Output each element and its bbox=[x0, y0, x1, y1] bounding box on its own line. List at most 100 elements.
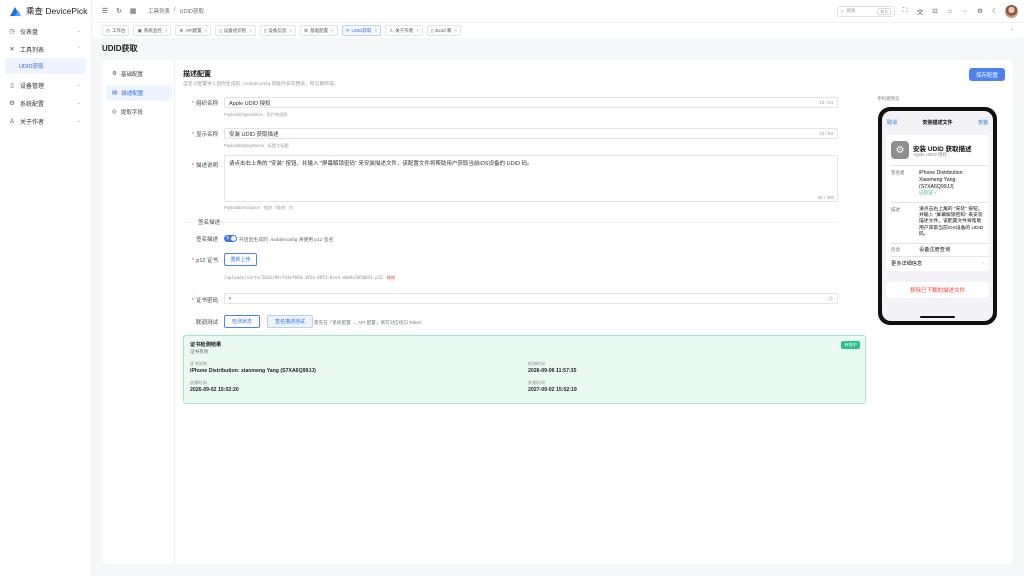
description-textarea[interactable]: 请点击右上角的 "安装" 按钮。并输入 "屏幕解锁密码" 来安装描述文件，该配置… bbox=[224, 155, 838, 202]
user-icon: ♙ bbox=[9, 118, 15, 125]
avatar[interactable] bbox=[1005, 4, 1018, 18]
sidebar-item-dashboard[interactable]: ◷ 仪表盘 ⌄ bbox=[0, 22, 91, 40]
tab-label: 设备组识别 bbox=[223, 27, 247, 33]
description-hint: PayloadDescription · 描述（描述）内 bbox=[224, 205, 294, 210]
gear-icon[interactable]: ⚙ bbox=[975, 7, 985, 15]
char-count: 12 / 64 bbox=[819, 131, 833, 136]
header-actions: ⌕ 搜索 ⌘ K ⛶ 文 ⊡ ⌂ ○ ⚙ ☾ bbox=[837, 4, 1018, 18]
org-label: * 组织名称 bbox=[191, 101, 218, 107]
toggle-on-text: 开 bbox=[226, 236, 230, 240]
remove-link[interactable]: 移除 bbox=[387, 275, 395, 280]
save-button[interactable]: 保存配置 bbox=[969, 68, 1005, 81]
close-icon[interactable]: × bbox=[454, 28, 457, 33]
created-time-key: 创建时间 bbox=[190, 380, 207, 385]
eye-icon[interactable]: ◎ bbox=[828, 296, 833, 302]
display-name-hint: PayloadDisplayName · 标题主标题 bbox=[224, 143, 289, 148]
more-details-link[interactable]: 更多详细信息 bbox=[891, 260, 922, 267]
tab-icon: ▯ bbox=[263, 27, 267, 33]
close-icon[interactable]: × bbox=[331, 28, 334, 33]
page-title: UDID获取 bbox=[102, 44, 138, 53]
chevron-down-icon[interactable]: ⌄ bbox=[1010, 26, 1014, 32]
reupload-button[interactable]: 重新上传 bbox=[224, 253, 257, 266]
tab-item[interactable]: ⚙ API配置 × bbox=[175, 25, 212, 36]
tab-item[interactable]: ⚙ 基础配置 × bbox=[300, 25, 338, 36]
search-icon: ⌕ bbox=[841, 8, 844, 14]
char-count: 65 / 300 bbox=[817, 195, 834, 200]
remove-profile-button[interactable]: 移除已下载的描述文件 bbox=[886, 282, 989, 298]
tab-bar: ◷ 工作台 ▣ 系统监控 × ⚙ API配置 × ▯ 设备组识别 × ▯ 设备信息 × ⚙ 基础配置 × ✕ UDI… bbox=[92, 22, 1024, 38]
tab-item[interactable]: ✕ UDID获取 × bbox=[341, 25, 382, 36]
document-icon: ▤ bbox=[112, 90, 118, 96]
section-divider bbox=[183, 222, 838, 223]
contains-value: 设备注册查询 bbox=[919, 247, 951, 253]
sidebar-item-devices[interactable]: ▯ 设备管理 ⌄ bbox=[0, 76, 91, 94]
sign-test-button[interactable]: 签名描述测试 bbox=[267, 315, 313, 328]
sidebar-item-label: 仪表盘 bbox=[20, 29, 39, 36]
sidebar-item-system[interactable]: ⚙ 系统配置 ⌄ bbox=[0, 94, 91, 112]
close-icon[interactable]: × bbox=[416, 28, 419, 33]
display-name-label: * 显示名称 bbox=[191, 132, 218, 138]
status-badge: 有效中 bbox=[841, 341, 860, 349]
search-input[interactable]: ⌕ 搜索 ⌘ K bbox=[837, 5, 895, 17]
grid-icon[interactable]: ▦ bbox=[126, 7, 140, 15]
tab-item[interactable]: ▣ 系统监控 × bbox=[133, 25, 172, 36]
tab-label: 工作台 bbox=[111, 27, 126, 33]
tab-label: 系统监控 bbox=[143, 27, 162, 33]
close-icon[interactable]: × bbox=[289, 28, 292, 33]
sidebar-item-label: 设备管理 bbox=[20, 83, 45, 90]
preview-label: 手机端预览 bbox=[877, 96, 900, 101]
settings-icon: ⚙ bbox=[9, 100, 15, 107]
profile-card: ⚙ 安装 UDID 获取描述 Apple UDID 授权 签名者 iPhone … bbox=[886, 135, 989, 271]
notification-icon[interactable]: ○ bbox=[960, 8, 970, 15]
tab-label: Bx3d 尊 bbox=[435, 27, 452, 33]
eye-icon: ◎ bbox=[112, 109, 117, 115]
signer-value: iPhone Distribution: Xiaomeng Yang (S7XA… bbox=[919, 170, 964, 196]
top-header: ☰ ↻ ▦ 工具列表 / UDID获取 ⌕ 搜索 ⌘ K ⛶ 文 ⊡ ⌂ ○ ⚙… bbox=[92, 0, 1024, 22]
sign-section-heading: 签名描述 bbox=[194, 218, 225, 226]
check-status-button[interactable]: 检测状态 bbox=[224, 315, 260, 328]
close-icon[interactable]: × bbox=[165, 28, 168, 33]
translate-icon[interactable]: 文 bbox=[915, 6, 925, 16]
sidebar-item-about[interactable]: ♙ 关于作者 ⌄ bbox=[0, 112, 91, 130]
fullscreen-icon[interactable]: ⛶ bbox=[900, 7, 910, 15]
home-indicator bbox=[920, 316, 955, 318]
close-icon[interactable]: × bbox=[249, 28, 252, 33]
tab-item[interactable]: ♙ 关于作者 × bbox=[385, 25, 423, 36]
close-icon[interactable]: × bbox=[375, 28, 378, 33]
sidebar-item-tools[interactable]: ✕ 工具列表 ⌃ bbox=[0, 40, 91, 58]
close-icon[interactable]: × bbox=[205, 28, 208, 33]
password-input[interactable]: • ◎ bbox=[224, 293, 838, 304]
display-name-input[interactable]: 安装 UDID 获取描述 12 / 64 bbox=[224, 128, 838, 139]
test-label: 联调测试 bbox=[195, 320, 218, 326]
dark-mode-icon[interactable]: ☾ bbox=[990, 7, 1000, 15]
home-icon[interactable]: ⌂ bbox=[945, 8, 955, 15]
refresh-icon[interactable]: ↻ bbox=[112, 7, 126, 15]
subnav-item-fields[interactable]: ◎ 提取字段 bbox=[106, 104, 172, 120]
section-title: 描述配置 bbox=[183, 71, 211, 78]
sign-toggle-description: 开启后生成的 .mobileconfig 将使用 p12 签名 bbox=[239, 238, 334, 243]
chevron-up-icon: ⌃ bbox=[76, 46, 81, 52]
tab-item[interactable]: ▯ 设备组识别 × bbox=[215, 25, 256, 36]
dashboard-icon: ◷ bbox=[9, 28, 15, 35]
description-label: * 描述说明 bbox=[191, 163, 218, 169]
subnav-divider bbox=[174, 60, 175, 564]
brand-name: 乘查 DevicePick bbox=[26, 6, 88, 16]
tab-icon: ▣ bbox=[137, 27, 142, 33]
sidebar-subitem-udid[interactable]: UDID获取 bbox=[5, 58, 86, 74]
tab-item[interactable]: ◷ 工作台 bbox=[102, 25, 130, 36]
tab-item[interactable]: ▯ 设备信息 × bbox=[259, 25, 297, 36]
subnav-item-description[interactable]: ▤ 描述配置 bbox=[106, 85, 172, 101]
org-input[interactable]: Apple UDID 授权 13 / 64 bbox=[224, 97, 838, 108]
p12-file-path: /uploads/certs/2026/09/f43ef694-345a-495… bbox=[224, 275, 396, 280]
phone-install-button[interactable]: 安装 bbox=[978, 119, 988, 126]
lock-icon[interactable]: ⊡ bbox=[930, 7, 940, 15]
tab-icon: ⚙ bbox=[304, 27, 309, 33]
tab-item[interactable]: ▯ Bx3d 尊 × bbox=[426, 25, 461, 36]
check-time-value: 2026-09-06 11:57:35 bbox=[528, 368, 577, 374]
subnav-item-basic[interactable]: ⚙ 基础配置 bbox=[106, 66, 172, 82]
brand[interactable]: 乘查 DevicePick bbox=[0, 0, 91, 22]
breadcrumb-item[interactable]: 工具列表 bbox=[148, 7, 170, 15]
phone-preview: 取消 安装描述文件 安装 ⚙ 安装 UDID 获取描述 Apple UDID 授… bbox=[878, 107, 997, 325]
menu-toggle-icon[interactable]: ☰ bbox=[98, 7, 112, 15]
contains-key: 包含 bbox=[891, 247, 900, 252]
